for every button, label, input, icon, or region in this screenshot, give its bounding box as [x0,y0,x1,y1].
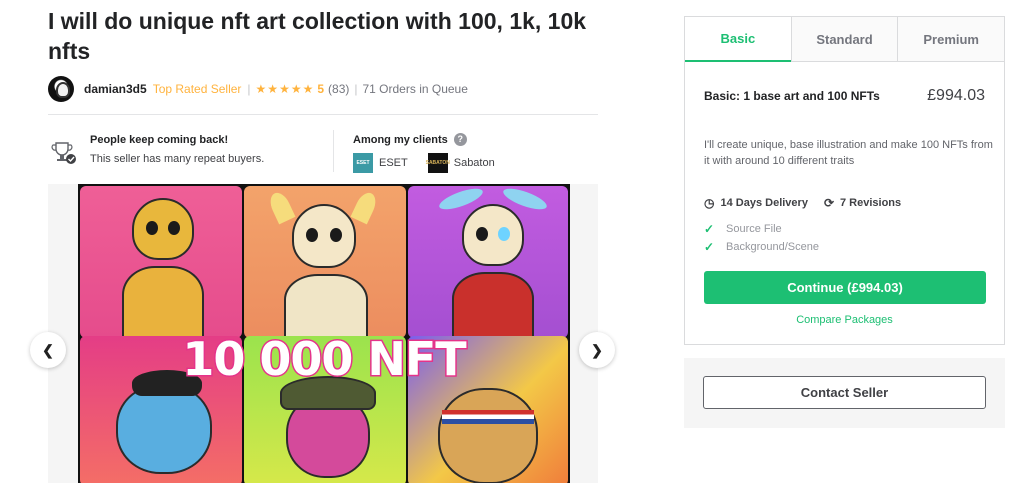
compare-packages-link[interactable]: Compare Packages [685,314,1004,326]
nft-tile [80,186,242,338]
package-header: Basic: 1 base art and 100 NFTs £994.03 [704,87,985,105]
revisions: ⟳ 7 Revisions [824,196,901,210]
dog-figure [438,388,538,483]
goblin-figure [116,384,212,474]
skull-figure [462,204,524,266]
client-eset: ESET ESET [353,153,408,173]
chevron-right-icon: ❯ [591,341,603,358]
contact-section: Contact Seller [684,358,1005,428]
feature-list: ✓ Source File ✓ Background/Scene [704,220,819,256]
eset-logo-icon: ESET [353,153,373,173]
package-name: Basic: 1 base art and 100 NFTs [704,89,880,103]
star-rating-icon: ★★★★★ [255,82,315,96]
clock-icon: ◷ [704,196,715,210]
seller-avatar[interactable] [48,76,74,102]
client-name: Sabaton [453,157,495,169]
highlight-text: This seller has many repeat buyers. [90,153,265,165]
client-name: ESET [379,157,408,169]
revisions-label: 7 Revisions [840,197,902,209]
feature-item: ✓ Background/Scene [704,238,819,256]
highlight-title: People keep coming back! [90,134,229,146]
seller-level-badge: Top Rated Seller [152,82,242,96]
chevron-left-icon: ❮ [42,341,54,358]
check-icon: ✓ [704,240,715,254]
repeat-buyers-highlight: People keep coming back! This seller has… [50,134,330,178]
package-tabs: Basic Standard Premium [685,17,1005,62]
refresh-icon: ⟳ [823,196,834,210]
nft-tile [244,186,406,338]
gallery-prev-button[interactable]: ❮ [30,332,66,368]
delivery-time: ◷ 14 Days Delivery [704,196,808,210]
feature-label: Background/Scene [726,241,819,253]
divider [333,130,334,172]
trophy-icon [51,142,76,164]
tab-standard[interactable]: Standard [790,17,898,61]
client-list: ESET ESET SABATON Sabaton [353,153,593,173]
separator: | [354,82,358,96]
gallery-overlay-text: 10 000 NFT [181,331,468,388]
package-meta: ◷ 14 Days Delivery ⟳ 7 Revisions [704,196,917,210]
gig-title: I will do unique nft art collection with… [48,8,587,64]
rating-score: 5 [317,82,325,96]
client-sabaton: SABATON Sabaton [426,153,495,173]
seller-overview: damian3d5 Top Rated Seller | ★★★★★ 5 (83… [48,76,468,102]
skull-figure [292,204,356,268]
gallery-next-button[interactable]: ❯ [579,332,615,368]
package-panel: Basic Standard Premium Basic: 1 base art… [684,16,1005,345]
tab-basic[interactable]: Basic [685,17,791,62]
divider [48,114,598,115]
clients-title-text: Among my clients [353,133,448,146]
clients-section: Among my clients ? ESET ESET SABATON Sab… [353,133,593,173]
package-description: I'll create unique, base illustration an… [704,139,993,167]
feature-item: ✓ Source File [704,220,819,238]
nft-tile [408,186,568,338]
check-icon: ✓ [704,222,715,236]
clients-title: Among my clients ? [353,133,593,146]
gig-gallery[interactable]: 10 000 NFT [48,184,598,483]
gallery-image: 10 000 NFT [78,184,570,483]
sabaton-logo-icon: SABATON [426,153,450,173]
seller-name[interactable]: damian3d5 [84,82,147,96]
tab-premium[interactable]: Premium [897,17,1005,61]
package-price: £994.03 [927,87,985,104]
orders-in-queue: 71 Orders in Queue [362,82,468,96]
contact-seller-button[interactable]: Contact Seller [703,376,986,409]
continue-button[interactable]: Continue (£994.03) [704,271,986,304]
skull-figure [132,198,194,260]
separator: | [247,82,251,96]
feature-label: Source File [726,223,782,235]
question-icon[interactable]: ? [453,133,467,146]
delivery-label: 14 Days Delivery [720,197,808,209]
review-count[interactable]: (83) [328,82,349,96]
